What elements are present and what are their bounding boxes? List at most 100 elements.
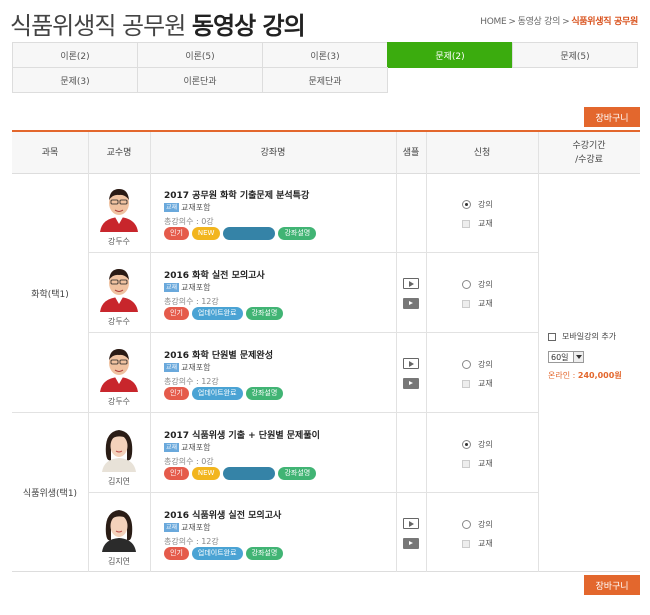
book-option: 교재 — [462, 298, 522, 309]
material-text: 교재포함 — [181, 283, 211, 292]
course-description-button[interactable]: 강좌설명 — [245, 387, 284, 400]
professor-cell: 강두수 — [88, 334, 150, 414]
popular-badge: 인기 — [164, 467, 189, 480]
radio-icon[interactable] — [462, 520, 471, 529]
radio-icon[interactable] — [462, 440, 471, 449]
tab-theory-single[interactable]: 이론단과 — [137, 67, 263, 93]
lecture-option[interactable]: 강의 — [462, 519, 522, 530]
breadcrumb-video[interactable]: 동영상 강의 — [518, 17, 561, 27]
period-cell: 모바일강의 추가 60일 온라인 : 240,000원 — [538, 176, 640, 574]
breadcrumb: HOME > 동영상 강의 > 식품위생직 공무원 — [480, 17, 638, 27]
tab-problem-single[interactable]: 문제단과 — [262, 67, 388, 93]
subject-chemistry: 화학(택1) — [31, 289, 69, 300]
breadcrumb-home[interactable]: HOME — [480, 17, 506, 27]
course-description-button[interactable]: 강좌설명 — [278, 227, 317, 240]
material-text: 교재포함 — [181, 523, 211, 532]
course-cell: 2017 공무원 화학 기출문제 분석특강 교재 교재포함 총강의수 : 0강 인… — [162, 174, 402, 254]
update-complete-badge: 업데이트완료 — [191, 387, 243, 400]
cart-button-top[interactable]: 장바구니 — [584, 107, 640, 127]
material-tag: 교재 — [164, 363, 180, 372]
professor-photo — [98, 264, 140, 312]
play-icon[interactable] — [403, 298, 419, 309]
header-period: 수강기간/수강료 — [538, 132, 640, 174]
blank-badge — [223, 467, 276, 480]
tab-problem-5[interactable]: 문제(5) — [512, 42, 638, 68]
update-complete-badge: 업데이트완료 — [191, 547, 243, 560]
popular-badge: 인기 — [164, 227, 189, 240]
professor-name: 김지연 — [107, 477, 131, 486]
material-text: 교재포함 — [181, 203, 211, 212]
new-badge: NEW — [191, 467, 221, 480]
course-title[interactable]: 2017 공무원 화학 기출문제 분석특강 — [164, 188, 309, 201]
tab-theory-2[interactable]: 이론(2) — [12, 42, 138, 68]
popular-badge: 인기 — [164, 547, 189, 560]
header-subject: 과목 — [12, 132, 88, 174]
course-title[interactable]: 2016 화학 실전 모의고사 — [164, 268, 265, 281]
radio-icon[interactable] — [462, 200, 471, 209]
book-option: 교재 — [462, 378, 522, 389]
course-description-button[interactable]: 강좌설명 — [245, 547, 284, 560]
total-lectures: 총강의수 : 0강 — [164, 457, 214, 466]
breadcrumb-current: 식품위생직 공무원 — [571, 17, 638, 27]
cart-button-bottom[interactable]: 장바구니 — [584, 575, 640, 595]
professor-photo — [98, 184, 140, 232]
sample-screen-icon[interactable] — [403, 278, 419, 289]
professor-photo — [98, 424, 140, 472]
tab-theory-5[interactable]: 이론(5) — [137, 42, 263, 68]
new-badge: NEW — [191, 227, 221, 240]
total-lectures: 총강의수 : 12강 — [164, 537, 219, 546]
period-select[interactable]: 60일 — [548, 351, 584, 363]
popular-badge: 인기 — [164, 387, 189, 400]
header-sample: 샘플 — [396, 132, 426, 174]
professor-cell: 강두수 — [88, 254, 150, 334]
professor-name: 김지연 — [107, 557, 131, 566]
material-tag: 교재 — [164, 283, 180, 292]
play-icon[interactable] — [403, 538, 419, 549]
material-text: 교재포함 — [181, 443, 211, 452]
header-apply: 신청 — [426, 132, 538, 174]
course-description-button[interactable]: 강좌설명 — [245, 307, 284, 320]
play-icon[interactable] — [403, 378, 419, 389]
popular-badge: 인기 — [164, 307, 189, 320]
checkbox-icon — [462, 299, 470, 308]
header-professor: 교수명 — [88, 132, 150, 174]
page-title: 식품위생직 공무원 동영상 강의 — [10, 12, 306, 40]
professor-cell: 김지연 — [88, 414, 150, 494]
course-title[interactable]: 2017 식품위생 기출 + 단원별 문제풀이 — [164, 428, 320, 441]
total-lectures: 총강의수 : 0강 — [164, 217, 214, 226]
lecture-option[interactable]: 강의 — [462, 279, 522, 290]
total-lectures: 총강의수 : 12강 — [164, 377, 219, 386]
checkbox-icon[interactable] — [548, 332, 556, 341]
tab-theory-3[interactable]: 이론(3) — [262, 42, 388, 68]
professor-cell: 강두수 — [88, 174, 150, 254]
lecture-option[interactable]: 강의 — [462, 359, 522, 370]
material-tag: 교재 — [164, 443, 180, 452]
course-title[interactable]: 2016 화학 단원별 문제완성 — [164, 348, 273, 361]
radio-icon[interactable] — [462, 280, 471, 289]
price-text: 온라인 : 240,000원 — [548, 371, 622, 380]
course-cell: 2016 화학 실전 모의고사 교재 교재포함 총강의수 : 12강 인기 업데이… — [162, 254, 402, 334]
mobile-lecture-option[interactable]: 모바일강의 추가 — [548, 331, 616, 342]
professor-photo — [98, 504, 140, 552]
sample-screen-icon[interactable] — [403, 518, 419, 529]
sample-cell — [396, 254, 426, 334]
material-tag: 교재 — [164, 203, 180, 212]
material-tag: 교재 — [164, 523, 180, 532]
lecture-option[interactable]: 강의 — [462, 439, 522, 450]
book-option: 교재 — [462, 218, 522, 229]
blank-badge — [223, 227, 276, 240]
professor-cell: 김지연 — [88, 494, 150, 574]
radio-icon[interactable] — [462, 360, 471, 369]
book-option: 교재 — [462, 458, 522, 469]
course-title[interactable]: 2016 식품위생 실전 모의고사 — [164, 508, 281, 521]
course-cell: 2016 화학 단원별 문제완성 교재 교재포함 총강의수 : 12강 인기 업데… — [162, 334, 402, 414]
tab-problem-3[interactable]: 문제(3) — [12, 67, 138, 93]
sample-screen-icon[interactable] — [403, 358, 419, 369]
total-lectures: 총강의수 : 12강 — [164, 297, 219, 306]
tab-problem-2[interactable]: 문제(2) — [387, 42, 513, 68]
professor-photo — [98, 344, 140, 392]
lecture-option[interactable]: 강의 — [462, 199, 522, 210]
course-description-button[interactable]: 강좌설명 — [278, 467, 317, 480]
course-cell: 2017 식품위생 기출 + 단원별 문제풀이 교재 교재포함 총강의수 : 0강… — [162, 414, 402, 494]
checkbox-icon — [462, 219, 470, 228]
